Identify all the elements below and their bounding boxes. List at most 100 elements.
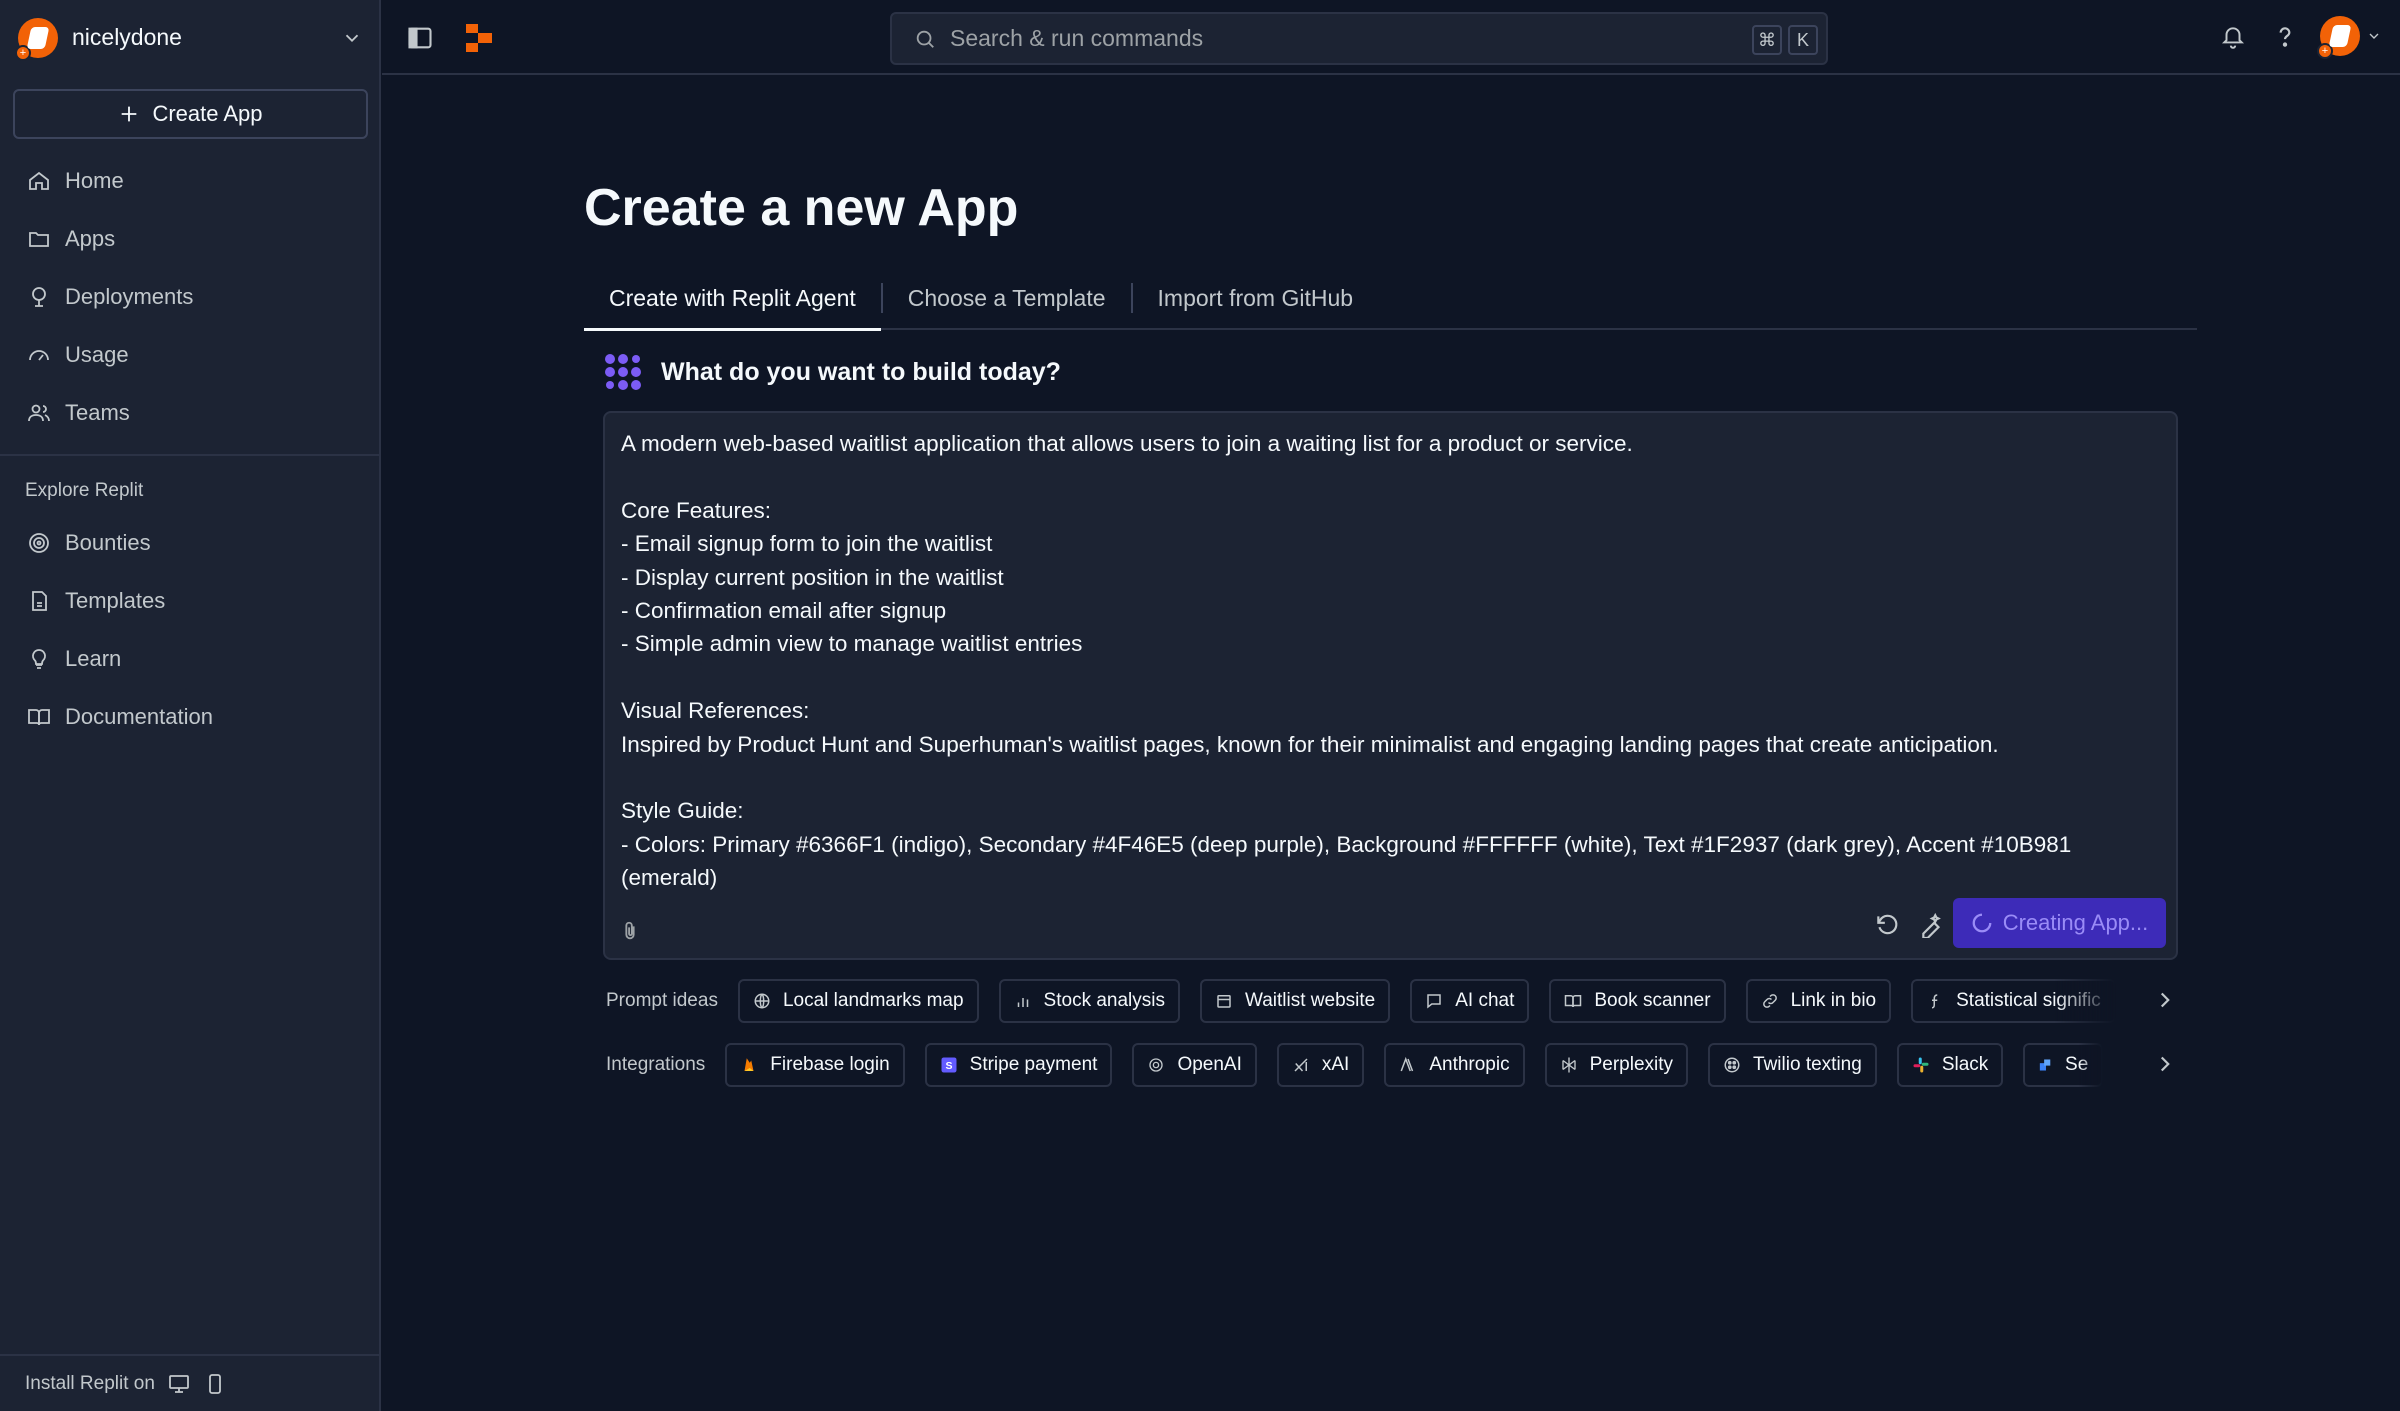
chip-label: Firebase login: [770, 1054, 890, 1075]
sidebar-item-label: Home: [65, 168, 124, 193]
integration-chip[interactable]: Anthropic: [1384, 1043, 1525, 1087]
bounty-icon: [29, 533, 49, 553]
shortcut-mod-key: ⌘: [1752, 25, 1782, 55]
create-app-button[interactable]: Create App: [13, 89, 368, 139]
create-app-label: Create App: [152, 101, 263, 126]
sidebar-item-label: Documentation: [65, 704, 213, 729]
firebase-icon: [744, 1058, 754, 1071]
attach-icon[interactable]: [619, 920, 641, 942]
undo-icon[interactable]: [1874, 912, 1900, 938]
page-title: Create a new App: [584, 179, 1019, 237]
creating-app-button[interactable]: Creating App...: [1953, 898, 2166, 948]
prompt-heading: What do you want to build today?: [661, 357, 1061, 386]
integration-chip[interactable]: Se: [2023, 1043, 2104, 1087]
globe-icon: [754, 993, 770, 1009]
workspace-avatar: +: [15, 17, 58, 61]
openai-icon: [1149, 1058, 1164, 1072]
creating-app-label: Creating App...: [2002, 910, 2149, 935]
user-menu[interactable]: +: [2317, 16, 2382, 59]
tab-choose-template[interactable]: Choose a Template: [883, 267, 1131, 329]
sidebar: + nicelydone Create App Home Apps Deploy…: [0, 0, 381, 1411]
chevron-down-icon: [2369, 33, 2379, 39]
search-bar[interactable]: Search & run commands ⌘ K: [890, 12, 1828, 65]
chevron-right-icon[interactable]: [2152, 1051, 2178, 1077]
search-placeholder: Search & run commands: [950, 25, 1204, 51]
bell-icon[interactable]: [2220, 24, 2246, 50]
integration-icon: [2040, 1059, 2051, 1071]
calendar-icon: [1217, 995, 1231, 1008]
integration-chip[interactable]: Firebase login: [725, 1043, 905, 1087]
lightbulb-icon: [32, 649, 46, 669]
gauge-icon: [29, 350, 49, 361]
chip-label: Stripe payment: [969, 1054, 1098, 1075]
toggle-sidebar-icon[interactable]: [406, 24, 434, 52]
tab-import-github[interactable]: Import from GitHub: [1133, 267, 1379, 329]
sidebar-item-apps[interactable]: Apps: [13, 210, 368, 268]
workspace-switcher[interactable]: + nicelydone: [0, 0, 381, 75]
prompt-idea-chip[interactable]: Waitlist website: [1200, 979, 1391, 1023]
chip-label: Stock analysis: [1043, 990, 1165, 1011]
deployments-icon: [32, 287, 46, 307]
integration-chip[interactable]: Perplexity: [1544, 1043, 1689, 1087]
prompt-idea-chip[interactable]: AI chat: [1410, 979, 1530, 1023]
install-label: Install Replit on: [25, 1372, 155, 1394]
sidebar-item-label: Usage: [65, 342, 129, 367]
sidebar-item-teams[interactable]: Teams: [13, 384, 368, 442]
perplexity-icon: [1561, 1057, 1576, 1073]
shortcut-k-key: K: [1788, 25, 1818, 55]
chevron-right-icon[interactable]: [2152, 987, 2178, 1013]
explore-section-title: Explore Replit: [25, 480, 144, 501]
integration-chip[interactable]: S Stripe payment: [924, 1043, 1113, 1087]
desktop-icon[interactable]: [167, 1372, 191, 1396]
sidebar-item-templates[interactable]: Templates: [13, 572, 368, 630]
prompt-idea-chip[interactable]: Book scanner: [1549, 979, 1726, 1023]
sidebar-item-deployments[interactable]: Deployments: [13, 268, 368, 326]
integration-chip[interactable]: xAI: [1276, 1043, 1365, 1087]
slack-icon: [1913, 1057, 1929, 1073]
sidebar-item-usage[interactable]: Usage: [13, 326, 368, 384]
chevron-down-icon: [345, 34, 359, 42]
svg-text:S: S: [945, 1060, 952, 1072]
replit-logo-icon[interactable]: [464, 22, 494, 54]
sidebar-divider: [0, 454, 381, 456]
integration-chip[interactable]: OpenAI: [1132, 1043, 1257, 1087]
chip-label: Local landmarks map: [782, 990, 964, 1011]
prompt-idea-chip[interactable]: Local landmarks map: [737, 979, 979, 1023]
top-bar: Search & run commands ⌘ K +: [382, 0, 2400, 75]
integrations-label: Integrations: [606, 1054, 706, 1075]
chip-label: Perplexity: [1589, 1054, 1674, 1075]
stripe-icon: S: [941, 1057, 957, 1073]
book-icon: [28, 709, 50, 726]
integration-chip[interactable]: Twilio texting: [1708, 1043, 1877, 1087]
sidebar-item-home[interactable]: Home: [13, 152, 368, 210]
prompt-idea-chip[interactable]: Statistical signific: [1911, 979, 2116, 1023]
mobile-icon[interactable]: [203, 1372, 227, 1396]
chat-icon: [1427, 994, 1441, 1009]
prompt-text[interactable]: A modern web-based waitlist application …: [621, 427, 2161, 895]
sidebar-item-learn[interactable]: Learn: [13, 630, 368, 688]
help-icon[interactable]: [2272, 24, 2298, 50]
sidebar-item-label: Learn: [65, 646, 122, 671]
prompt-idea-chip[interactable]: Link in bio: [1745, 979, 1892, 1023]
creation-tabs: Create with Replit Agent Choose a Templa…: [584, 267, 2197, 331]
plus-icon: [122, 106, 137, 122]
prompt-idea-chip[interactable]: Stock analysis: [998, 979, 1180, 1023]
sidebar-item-label: Bounties: [65, 530, 151, 555]
users-icon: [28, 404, 50, 422]
prompt-textarea[interactable]: A modern web-based waitlist application …: [603, 411, 2178, 960]
primary-nav: Home Apps Deployments Usage Teams: [13, 152, 368, 442]
sidebar-item-documentation[interactable]: Documentation: [13, 688, 368, 746]
chip-label: Waitlist website: [1245, 990, 1376, 1011]
chip-label: Book scanner: [1594, 990, 1711, 1011]
xai-icon: [1294, 1058, 1308, 1072]
book-icon: [1565, 995, 1582, 1008]
template-icon: [32, 591, 47, 611]
integrations-row: Integrations Firebase login S Stripe paym…: [606, 1043, 2178, 1087]
spinner-icon: [1972, 913, 1992, 933]
integration-chip[interactable]: Slack: [1896, 1043, 2004, 1087]
tab-create-with-agent[interactable]: Create with Replit Agent: [584, 267, 881, 331]
sidebar-item-label: Templates: [65, 588, 166, 613]
twilio-icon: [1724, 1057, 1740, 1073]
enhance-prompt-icon[interactable]: [1919, 912, 1945, 938]
sidebar-item-bounties[interactable]: Bounties: [13, 514, 368, 572]
